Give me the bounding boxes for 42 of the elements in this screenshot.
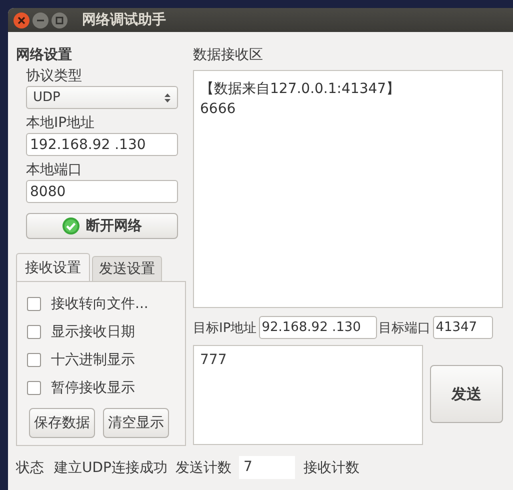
checkbox[interactable] [27, 353, 41, 367]
disconnect-button[interactable]: 断开网络 [26, 213, 178, 239]
checkbox-label[interactable]: 显示接收日期 [51, 323, 135, 341]
input-field[interactable]: 8080 [26, 180, 178, 203]
checkbox-label[interactable]: 十六进制显示 [51, 351, 135, 369]
send-text-area[interactable]: 777 [193, 345, 423, 445]
input-field[interactable]: 192.168.92 .130 [26, 133, 178, 156]
checkmark-icon [62, 217, 80, 235]
checkbox[interactable] [27, 325, 41, 339]
checkbox[interactable] [27, 297, 41, 311]
protocol-dropdown[interactable]: UDP [26, 86, 178, 109]
status-label: 状态 [16, 458, 44, 476]
tab[interactable]: 发送设置 [92, 256, 162, 281]
send-count: 7 [239, 456, 296, 479]
checkbox-label[interactable]: 暂停接收显示 [51, 379, 135, 397]
status-message: 建立UDP连接成功 [54, 458, 168, 476]
close-icon[interactable] [13, 12, 30, 28]
tab[interactable]: 接收设置 [16, 253, 90, 281]
section-heading: 数据接收区 [193, 46, 264, 64]
counter-label: 发送计数 [175, 458, 232, 476]
input-field[interactable]: 92.168.92 .130 [258, 316, 377, 339]
input-field[interactable]: 41347 [432, 316, 493, 339]
panel-button[interactable]: 保存数据 [29, 408, 95, 438]
receive-text-area[interactable]: 【数据来自127.0.0.1:41347】 6666 [193, 70, 503, 308]
field-label: 协议类型 [26, 67, 83, 85]
checkbox-label[interactable]: 接收转向文件... [51, 295, 148, 313]
text-line: 【数据来自127.0.0.1:41347】 [200, 80, 402, 99]
text-line: 777 [200, 352, 227, 368]
section-heading: 网络设置 [16, 46, 73, 64]
text-line: 6666 [200, 100, 237, 119]
field-label: 目标IP地址 [193, 320, 257, 336]
send-button[interactable]: 发送 [430, 365, 503, 423]
panel-button[interactable]: 清空显示 [103, 408, 169, 438]
field-label: 本地端口 [26, 161, 83, 179]
checkbox[interactable] [27, 381, 41, 395]
counter-label: 接收计数 [303, 458, 360, 476]
spinner-arrows-icon [164, 92, 171, 104]
minimize-icon[interactable] [32, 12, 49, 28]
window-title: 网络调试助手 [82, 11, 166, 29]
field-label: 本地IP地址 [26, 114, 96, 132]
maximize-icon[interactable] [51, 12, 68, 28]
field-label: 目标端口 [378, 320, 431, 336]
